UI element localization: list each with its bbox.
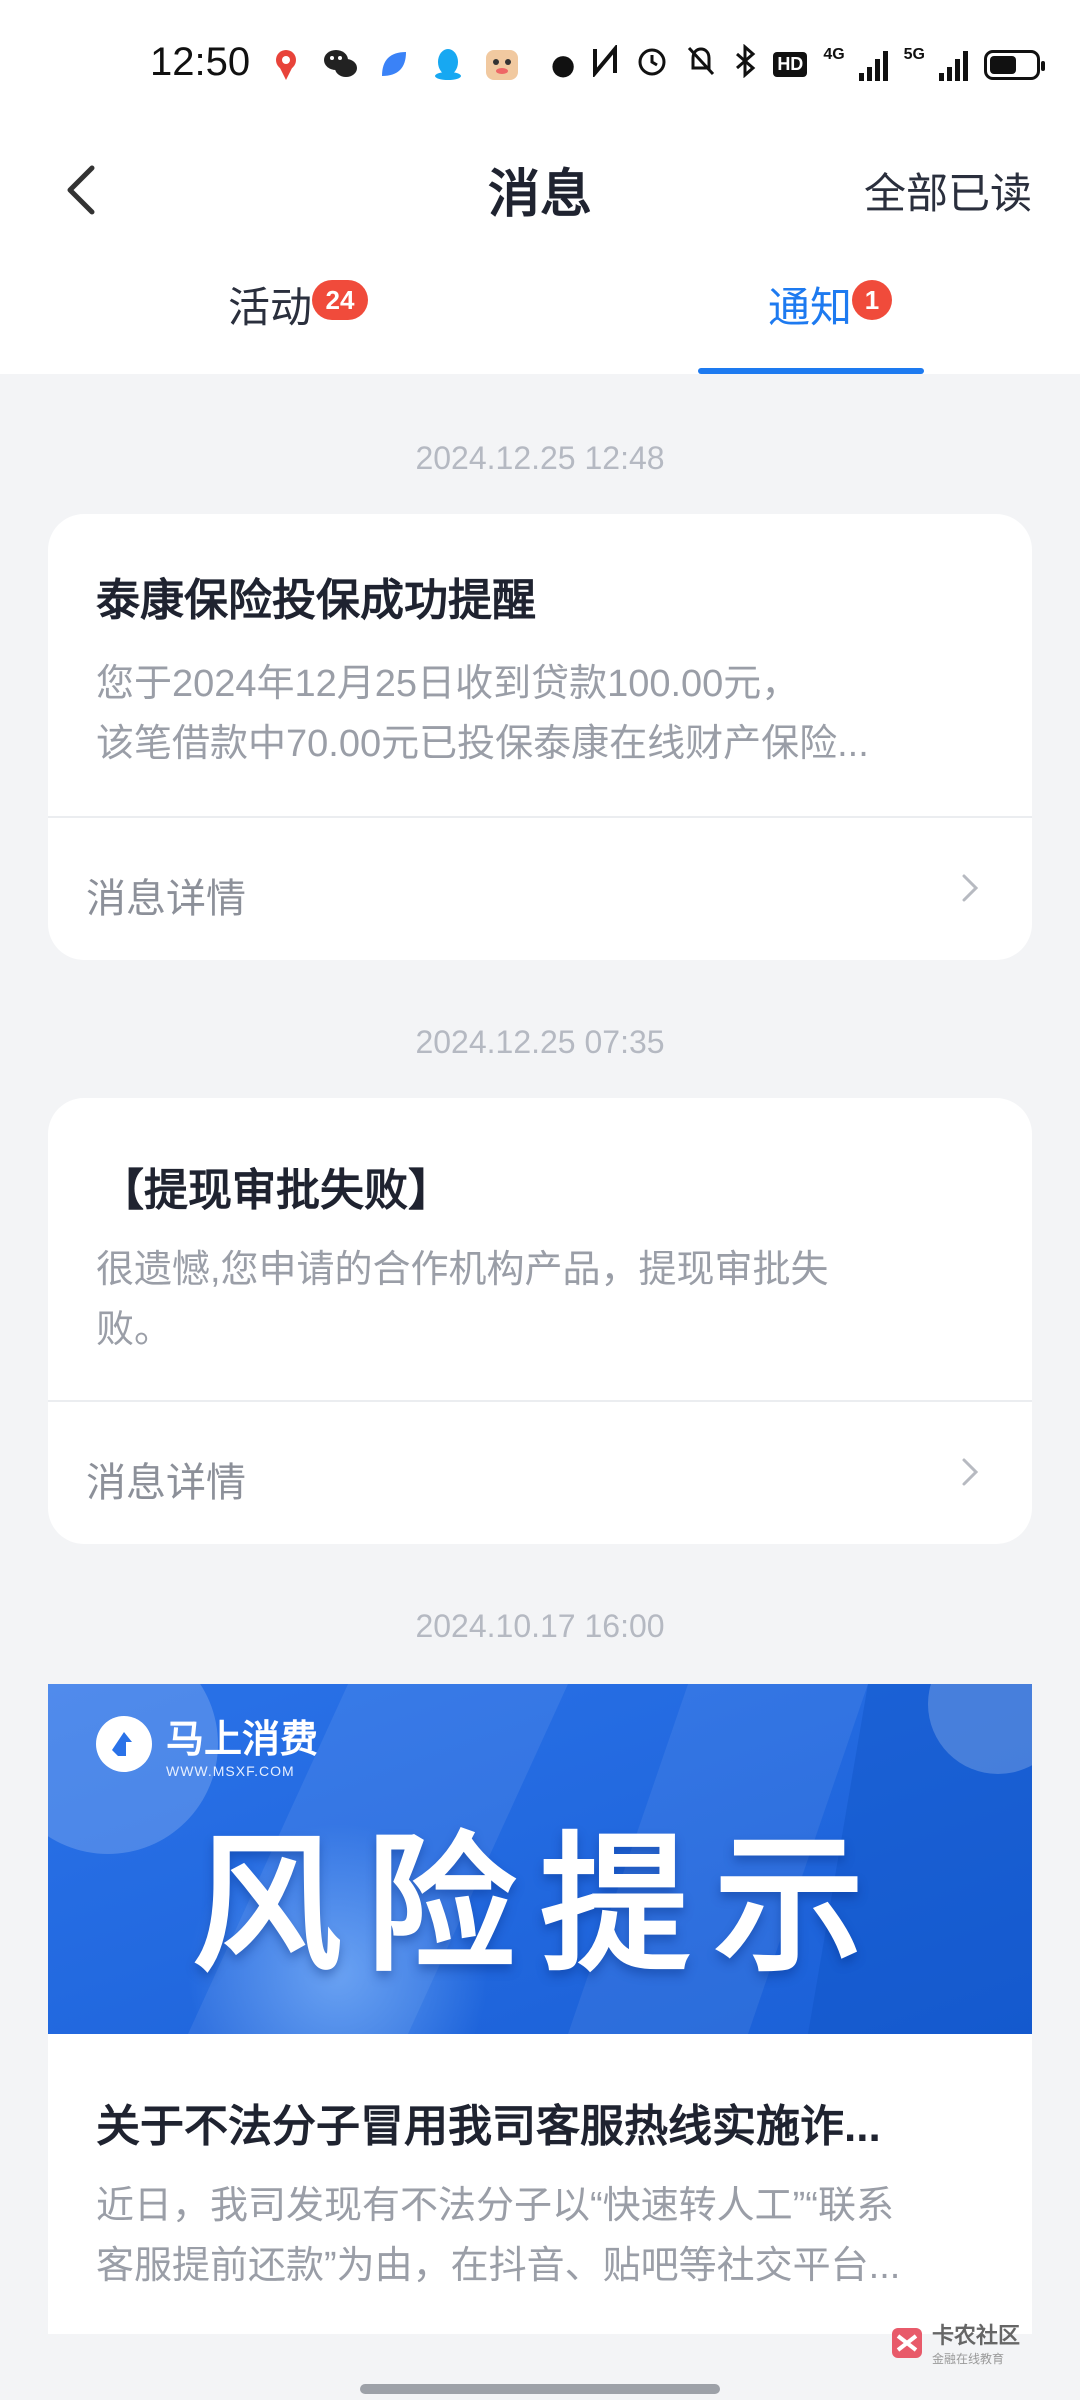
message-title: 泰康保险投保成功提醒 <box>96 576 536 625</box>
tab-notice-label: 通知 <box>768 284 853 331</box>
risk-notice-banner[interactable]: 马上消费 WWW.MSXF.COM 风险提示 <box>48 1684 1032 2034</box>
network-4g-label: 4G <box>823 45 845 63</box>
mark-all-read-button[interactable]: 全部已读 <box>864 160 1032 221</box>
watermark: 卡农社区 金融在线教育 <box>890 2318 1020 2367</box>
message-date: 2024.10.17 16:00 <box>415 1608 665 1644</box>
message-detail-label: 消息详情 <box>86 877 246 921</box>
network-5g-label: 5G <box>903 45 925 63</box>
message-card[interactable]: 泰康保险投保成功提醒 您于2024年12月25日收到贷款100.00元， 该笔借… <box>48 514 1032 960</box>
signal-4g-icon <box>858 49 888 81</box>
tab-notice[interactable]: 通知 <box>768 274 852 374</box>
message-body-line: 很遗憾,您申请的合作机构产品，提现审批失 <box>96 1249 829 1291</box>
notification-icons <box>268 46 520 82</box>
message-card[interactable]: 【提现审批失败】 很遗憾,您申请的合作机构产品，提现审批失 败。 消息详情 <box>48 1098 1032 1544</box>
status-bar: 12:50 ● HD 4G 5G <box>0 0 1080 130</box>
message-body: 很遗憾,您申请的合作机构产品，提现审批失 败。 <box>96 1240 976 1360</box>
tab-activity-label: 活动 <box>228 284 313 331</box>
mute-icon <box>685 44 717 85</box>
tab-notice-badge: 1 <box>852 280 892 320</box>
watermark-sub: 金融在线教育 <box>931 2352 1004 2366</box>
nfc-icon <box>591 43 619 84</box>
map-pin-icon <box>268 46 304 82</box>
brand-logo: 马上消费 WWW.MSXF.COM <box>92 1708 318 1779</box>
app-icon <box>376 46 412 82</box>
message-body-line: 客服提前还款”为由，在抖音、贴吧等社交平台... <box>96 2245 901 2287</box>
header: 消息 全部已读 <box>0 130 1080 250</box>
message-body: 您于2024年12月25日收到贷款100.00元， 该笔借款中70.00元已投保… <box>96 654 976 774</box>
message-card[interactable]: 关于不法分子冒用我司客服热线实施诈... 近日，我司发现有不法分子以“快速转人工… <box>48 2034 1032 2334</box>
brand-name: 马上消费 <box>166 1719 319 1761</box>
alarm-icon <box>635 44 669 85</box>
wechat-icon <box>322 46 358 82</box>
watermark-logo-icon <box>891 2327 922 2358</box>
pet-app-icon <box>484 46 520 82</box>
chevron-right-icon <box>962 874 979 902</box>
signal-5g-icon <box>939 49 968 81</box>
message-body-line: 近日，我司发现有不法分子以“快速转人工”“联系 <box>96 2185 894 2227</box>
message-date: 2024.12.25 12:48 <box>415 440 665 476</box>
dot-icon: ● <box>550 48 576 81</box>
message-body: 近日，我司发现有不法分子以“快速转人工”“联系 客服提前还款”为由，在抖音、贴吧… <box>96 2176 996 2296</box>
qq-icon <box>430 46 466 82</box>
status-time: 12:50 <box>150 40 251 84</box>
message-body-line: 败。 <box>96 1309 173 1351</box>
watermark-name: 卡农社区 <box>931 2323 1020 2348</box>
bluetooth-icon <box>733 43 757 85</box>
message-title: 关于不法分子冒用我司客服热线实施诈... <box>96 2102 881 2151</box>
message-body-line: 该笔借款中70.00元已投保泰康在线财产保险... <box>96 723 869 765</box>
battery-icon <box>984 49 1045 80</box>
message-title: 【提现审批失败】 <box>100 1166 452 1215</box>
tab-bar: 活动 24 通知 1 <box>0 250 1080 374</box>
chevron-right-icon <box>962 1458 979 1486</box>
message-detail-label: 消息详情 <box>86 1461 246 1505</box>
banner-headline: 风险提示 <box>191 1821 888 1989</box>
status-right-icons: ● HD 4G 5G <box>550 43 1045 85</box>
message-detail-row[interactable]: 消息详情 <box>48 1402 1032 1542</box>
home-indicator[interactable] <box>360 2384 720 2394</box>
message-body-line: 您于2024年12月25日收到贷款100.00元， <box>96 663 800 705</box>
brand-logo-icon <box>96 1715 152 1772</box>
tab-activity-badge: 24 <box>312 280 368 320</box>
tab-activity[interactable]: 活动 <box>228 274 312 374</box>
hd-badge: HD <box>773 52 808 77</box>
active-tab-indicator <box>698 368 924 374</box>
message-date: 2024.12.25 07:35 <box>415 1024 665 1060</box>
brand-url: WWW.MSXF.COM <box>166 1763 295 1779</box>
message-detail-row[interactable]: 消息详情 <box>48 818 1032 958</box>
